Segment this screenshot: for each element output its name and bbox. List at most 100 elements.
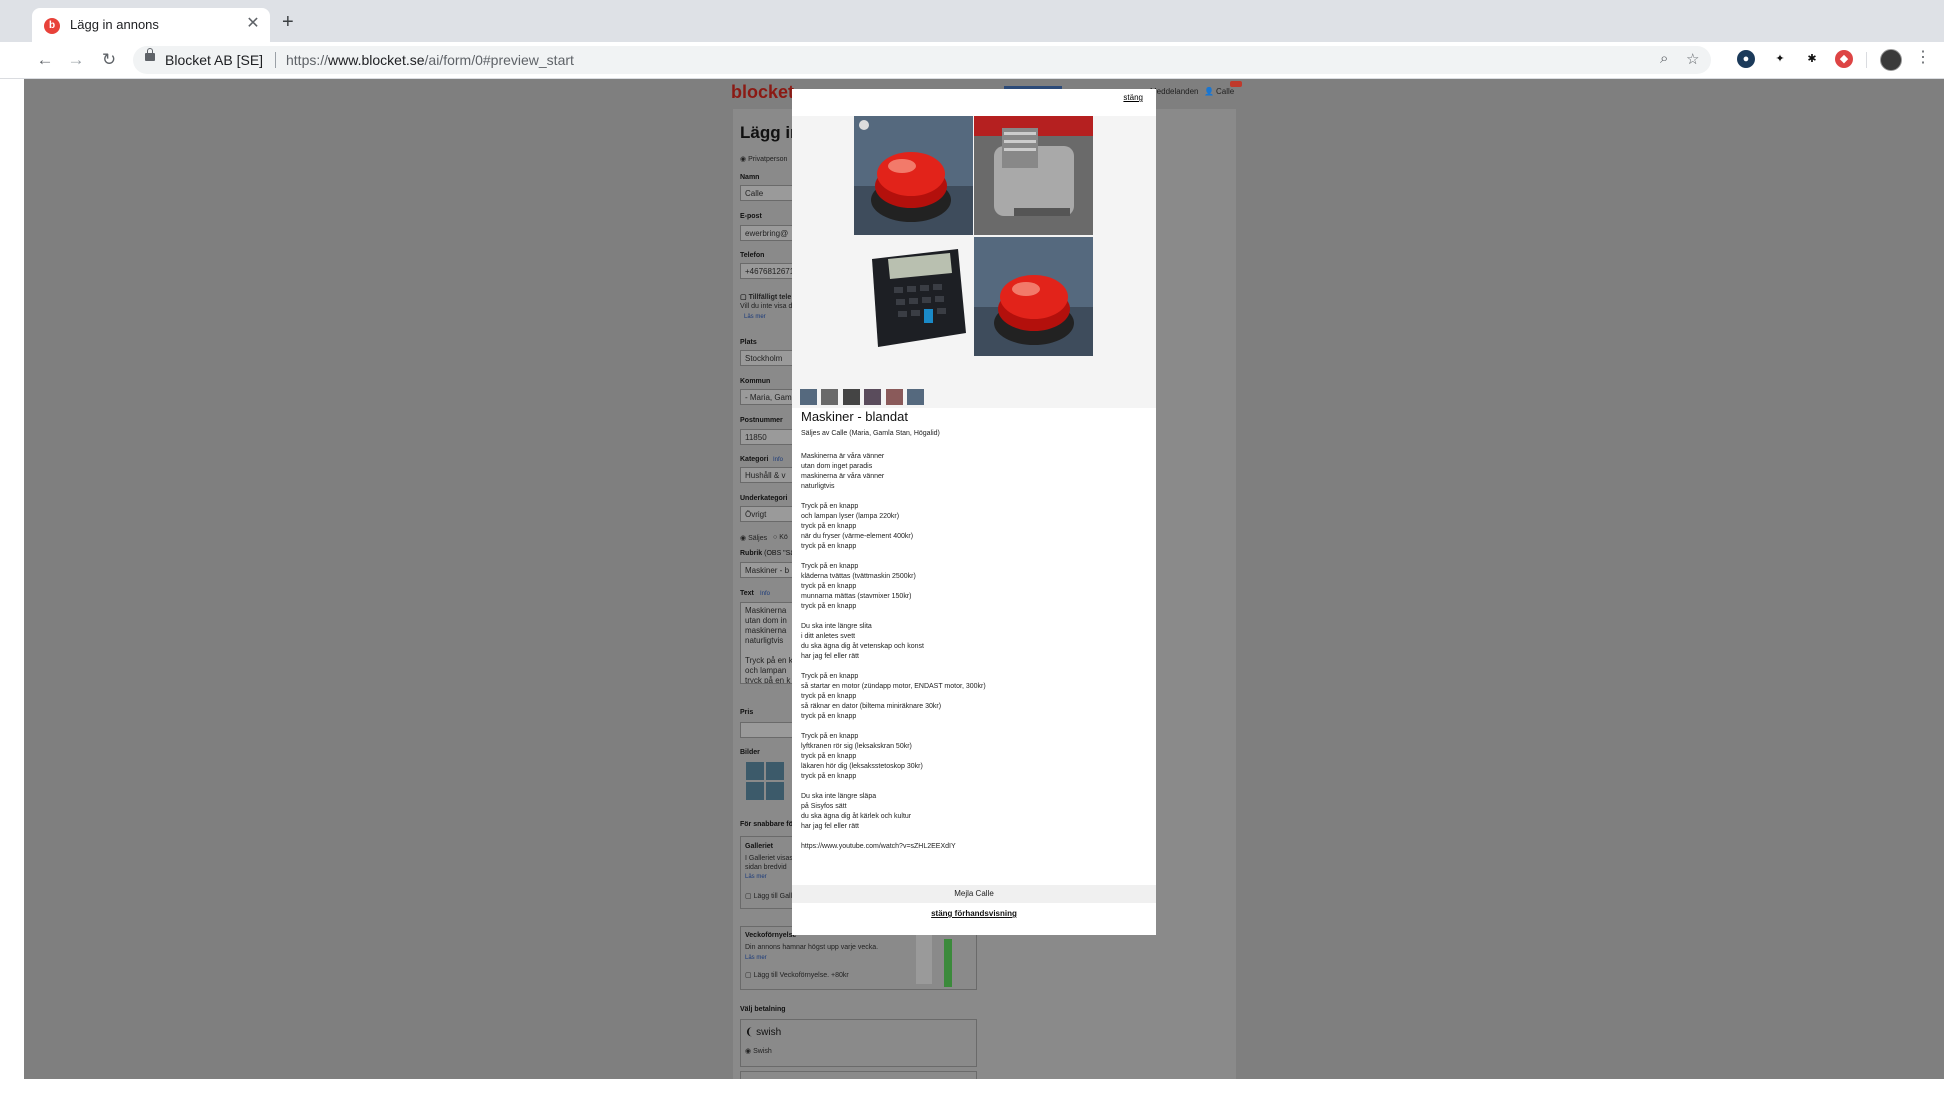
blocket-favicon-icon: b: [44, 18, 60, 34]
payment-label: Välj betalning: [740, 1006, 786, 1013]
radio-privatperson[interactable]: ◉ Privatperson: [740, 155, 787, 163]
privatperson-label: Privatperson: [748, 156, 788, 163]
bookmark-star-icon[interactable]: ☆: [1686, 50, 1699, 68]
blocket-logo[interactable]: blocket: [731, 82, 794, 103]
description-paragraph: Maskinerna är våra vänner utan dom inget…: [801, 453, 885, 490]
description-paragraph: Du ska inte längre släpa på Sisyfos sätt…: [801, 793, 912, 830]
subcategory-label: Underkategori: [740, 495, 788, 502]
toolbar-separator: [1866, 52, 1867, 68]
extension-circle-icon[interactable]: ●: [1737, 50, 1755, 68]
weekly-add-label: Lägg till Veckoförnyelse. +80kr: [753, 972, 849, 979]
moped-engine-image[interactable]: [974, 116, 1093, 235]
url-prefix: https://: [286, 52, 329, 68]
text-area[interactable]: Maskinerna utan dom in maskinerna naturl…: [740, 602, 794, 684]
extension-bird-icon[interactable]: ✦: [1771, 50, 1789, 68]
heading-field-label: Rubrik (OBS "Sä: [740, 550, 794, 557]
name-label: Namn: [740, 174, 760, 181]
subcategory-select[interactable]: Övrigt: [740, 506, 794, 522]
user-icon[interactable]: 👤: [1204, 87, 1214, 96]
profile-avatar[interactable]: [1880, 49, 1902, 71]
images-label: Bilder: [740, 749, 760, 756]
read-more-link[interactable]: Läs mer: [744, 314, 766, 320]
calculator-image[interactable]: [854, 237, 973, 356]
ad-title: Maskiner - blandat: [801, 409, 908, 424]
lock-icon[interactable]: [145, 48, 155, 61]
red-button-image[interactable]: [854, 116, 973, 235]
thumbnail-4[interactable]: [864, 389, 881, 405]
address-separator: [275, 52, 276, 68]
description-paragraph: Tryck på en knapp lyftkranen rör sig (le…: [801, 733, 923, 780]
extension-dots-icon[interactable]: ✱: [1803, 50, 1821, 68]
address-bar[interactable]: Blocket AB [SE] https://www.blocket.se/a…: [133, 46, 1711, 74]
reload-icon[interactable]: ↻: [97, 48, 121, 72]
red-button-image-2[interactable]: [974, 237, 1093, 356]
close-tab-icon[interactable]: ✕: [244, 15, 262, 33]
gallery-read-more[interactable]: Läs mer: [745, 874, 767, 880]
gallery-add-checkbox[interactable]: ▢ Lägg till Gall: [745, 892, 792, 900]
weekly-read-more[interactable]: Läs mer: [745, 955, 767, 961]
uploaded-image-thumb[interactable]: [746, 762, 764, 780]
nav-messages[interactable]: Meddelanden: [1150, 87, 1198, 96]
phone-label: Telefon: [740, 252, 765, 259]
thumbnail-5[interactable]: [886, 389, 903, 405]
email-label: E-post: [740, 213, 762, 220]
buy-label: Kö: [779, 534, 788, 541]
close-preview-link[interactable]: stäng förhandsvisning: [792, 909, 1156, 918]
page-viewport: blocket Meddelanden 👤 Calle Lägg in ◉ Pr…: [0, 79, 1944, 1108]
forward-arrow-icon[interactable]: →: [64, 48, 88, 72]
municipality-select[interactable]: - Maria, Gam: [740, 389, 794, 405]
description-paragraph: Du ska inte längre slita i ditt anletes …: [801, 623, 924, 660]
youtube-link[interactable]: https://www.youtube.com/watch?v=sZHL2EEX…: [801, 842, 986, 852]
zoom-icon[interactable]: ⌕: [1660, 50, 1668, 67]
description-paragraph: Tryck på en knapp och lampan lyser (lamp…: [801, 503, 914, 550]
gallery-title: Galleriet: [745, 843, 774, 850]
heading-field[interactable]: Maskiner - b: [740, 562, 794, 578]
uploaded-image-thumb[interactable]: [766, 762, 784, 780]
phone-field[interactable]: +4676812671: [740, 263, 794, 279]
price-field[interactable]: [740, 722, 794, 738]
swish-radio[interactable]: ◉ Swish: [745, 1047, 772, 1055]
browser-tab[interactable]: b Lägg in annons ✕: [32, 8, 270, 42]
email-field[interactable]: ewerbring@: [740, 225, 794, 241]
name-field[interactable]: Calle: [740, 185, 794, 201]
thumbnail-3[interactable]: [843, 389, 860, 405]
category-select[interactable]: Hushåll & v: [740, 467, 794, 483]
category-label: Kategori: [740, 456, 769, 463]
thumbnail-2[interactable]: [821, 389, 838, 405]
price-label: Pris: [740, 709, 754, 716]
site-identity: Blocket AB [SE]: [165, 52, 264, 68]
thumbnail-1[interactable]: [800, 389, 817, 405]
swish-logo: ❨ swish: [745, 1027, 782, 1038]
temp-phone-checkbox[interactable]: ▢ Tillfälligt tele: [740, 293, 791, 301]
text-info-link[interactable]: Info: [760, 591, 770, 597]
category-info-link[interactable]: Info: [773, 457, 783, 463]
zip-label: Postnummer: [740, 417, 783, 424]
mail-seller-button[interactable]: Mejla Calle: [792, 885, 1156, 903]
notification-badge: [1230, 81, 1242, 87]
url-text[interactable]: https://www.blocket.se/ai/form/0#preview…: [286, 52, 574, 68]
place-select[interactable]: Stockholm: [740, 350, 794, 366]
temp-phone-text: Vill du inte visa d: [740, 303, 793, 310]
gallery-text-1: I Galleriet visas: [745, 855, 793, 862]
heading-field-label-text: Rubrik: [740, 550, 763, 557]
zip-field[interactable]: 11850: [740, 429, 794, 445]
nav-user[interactable]: Calle: [1216, 87, 1234, 96]
weekly-text: Din annons hamnar högst upp varje vecka.: [745, 944, 879, 951]
extension-color-wheel-icon[interactable]: ◆: [1835, 50, 1853, 68]
sell-label: Säljes: [748, 535, 768, 542]
uploaded-image-thumb[interactable]: [746, 782, 764, 800]
new-tab-icon[interactable]: +: [282, 12, 294, 32]
radio-buy[interactable]: ○ Kö: [773, 534, 788, 541]
thumbnail-6[interactable]: [907, 389, 924, 405]
browser-menu-icon[interactable]: ⋮: [1915, 47, 1931, 67]
close-link-top[interactable]: stäng: [1123, 93, 1143, 102]
image-gallery: [792, 116, 1156, 408]
ad-description: Maskinerna är våra vänner utan dom inget…: [801, 452, 986, 862]
radio-sell[interactable]: ◉ Säljes: [740, 534, 767, 542]
weekly-add-checkbox[interactable]: ▢ Lägg till Veckoförnyelse. +80kr: [745, 971, 849, 979]
browser-tab-strip: b Lägg in annons ✕ +: [0, 0, 1944, 42]
page-bottom-area: [0, 1079, 1944, 1108]
seller-line: Säljes av Calle (Maria, Gamla Stan, Höga…: [801, 430, 940, 437]
back-arrow-icon[interactable]: ←: [33, 48, 57, 72]
uploaded-image-thumb[interactable]: [766, 782, 784, 800]
